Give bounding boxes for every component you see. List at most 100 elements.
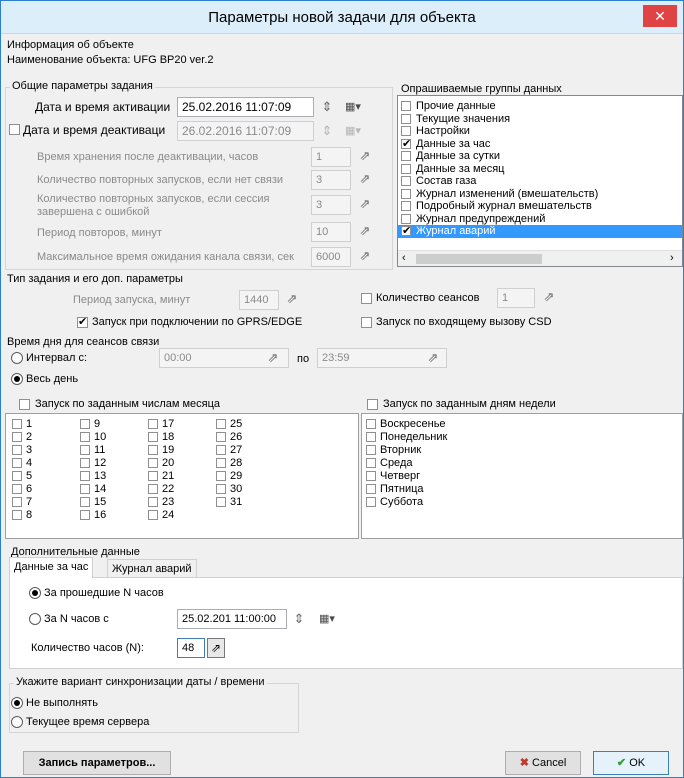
group-item[interactable]: Журнал изменений (вмешательств) [398,188,682,201]
month-day-checkbox[interactable] [80,419,90,429]
start-period-input[interactable]: 1440 [239,290,279,310]
sync-server-radio[interactable] [11,716,23,728]
group-item[interactable]: Прочие данные [398,100,682,113]
group-item-checkbox[interactable] [401,137,411,150]
activation-datetime-input[interactable]: 25.02.2016 11:07:09 [177,97,314,117]
start-period-spin-icon[interactable]: ⇗ [284,291,300,307]
month-day-checkbox[interactable] [148,445,158,455]
group-item[interactable]: Состав газа [398,175,682,188]
group-item[interactable]: Текущие значения [398,113,682,126]
group-item-checkbox[interactable] [401,113,411,124]
week-day-checkbox[interactable] [366,471,376,481]
sessions-checkbox[interactable] [361,293,372,304]
n-hours-from-spin-icon[interactable]: ⇕ [291,611,307,627]
group-item[interactable]: Журнал аварий [398,224,682,238]
deactivation-spin-icon[interactable]: ⇕ [319,123,335,139]
month-day-checkbox[interactable] [80,432,90,442]
month-day-checkbox[interactable] [12,484,22,494]
month-day-checkbox[interactable] [148,510,158,520]
month-day-checkbox[interactable] [12,419,22,429]
month-day-checkbox[interactable] [80,484,90,494]
tab-hourly[interactable]: Данные за час [9,557,94,578]
csd-checkbox[interactable] [361,317,372,328]
group-item-checkbox[interactable] [401,151,411,161]
scroll-left-icon[interactable]: ‹ [402,252,406,264]
wait-spin-icon[interactable]: ⇗ [357,248,373,264]
retry-no-link-input[interactable]: 3 [311,170,351,190]
group-item[interactable]: Данные за сутки [398,150,682,163]
month-day-checkbox[interactable] [216,458,226,468]
retry-period-input[interactable]: 10 [311,222,351,242]
close-icon[interactable]: ✕ [643,5,677,27]
scroll-right-icon[interactable]: › [670,252,674,264]
group-item-checkbox[interactable] [401,101,411,111]
retry-error-input[interactable]: 3 [311,195,351,215]
month-day-checkbox[interactable] [216,445,226,455]
group-item-checkbox[interactable] [401,176,411,186]
sessions-input[interactable]: 1 [497,288,535,308]
retry-error-spin-icon[interactable]: ⇗ [357,196,373,212]
month-day-checkbox[interactable] [12,471,22,481]
month-day-checkbox[interactable] [80,471,90,481]
group-item[interactable]: Данные за час [398,137,682,151]
retry-period-spin-icon[interactable]: ⇗ [357,223,373,239]
group-item-checkbox[interactable] [401,224,411,237]
month-days-checkbox[interactable] [19,399,30,410]
week-day-checkbox[interactable] [366,484,376,494]
month-day-checkbox[interactable] [148,432,158,442]
groups-hscrollbar[interactable]: ‹ › [398,250,682,266]
n-hours-from-calendar-icon[interactable]: ▦▾ [319,611,339,627]
month-day-checkbox[interactable] [12,510,22,520]
month-day-checkbox[interactable] [216,432,226,442]
week-day-checkbox[interactable] [366,458,376,468]
retry-no-link-spin-icon[interactable]: ⇗ [357,171,373,187]
wait-input[interactable]: 6000 [311,247,351,267]
group-item-checkbox[interactable] [401,201,411,211]
sessions-spin-icon[interactable]: ⇗ [541,289,557,305]
scroll-thumb[interactable] [416,254,542,264]
all-day-radio[interactable] [11,373,23,385]
month-day-checkbox[interactable] [216,484,226,494]
month-day-checkbox[interactable] [148,419,158,429]
group-item[interactable]: Подробный журнал вмешательств [398,200,682,213]
group-item-checkbox[interactable] [401,126,411,136]
interval-to-spin-icon[interactable]: ⇗ [425,350,441,366]
n-hours-from-radio[interactable] [29,613,41,625]
month-day-checkbox[interactable] [148,471,158,481]
group-item[interactable]: Настройки [398,125,682,138]
month-day-checkbox[interactable] [12,432,22,442]
tab-alarm-log[interactable]: Журнал аварий [107,559,197,579]
n-hours-from-input[interactable]: 25.02.201 11:00:00 [177,609,287,629]
month-day-checkbox[interactable] [148,458,158,468]
deactivation-checkbox[interactable] [9,124,20,135]
group-item-checkbox[interactable] [401,163,411,174]
hours-count-input[interactable]: 48 [177,638,205,658]
interval-from-spin-icon[interactable]: ⇗ [265,350,281,366]
month-day-checkbox[interactable] [80,497,90,507]
month-day-checkbox[interactable] [80,445,90,455]
month-day-checkbox[interactable] [216,471,226,481]
week-day-checkbox[interactable] [366,419,376,429]
week-day-checkbox[interactable] [366,497,376,507]
deactivation-datetime-input[interactable]: 26.02.2016 11:07:09 [177,121,314,141]
activation-spin-icon[interactable]: ⇕ [319,99,335,115]
gprs-checkbox[interactable] [77,315,88,328]
month-day-checkbox[interactable] [216,497,226,507]
week-day-checkbox[interactable] [366,432,376,442]
hours-count-spin-icon[interactable]: ⇗ [207,638,225,658]
storage-input[interactable]: 1 [311,147,351,167]
month-day-checkbox[interactable] [80,458,90,468]
cancel-button[interactable]: ✖ Cancel [505,751,581,775]
interval-radio[interactable] [11,352,23,364]
storage-spin-icon[interactable]: ⇗ [357,148,373,164]
save-params-button[interactable]: Запись параметров... [23,751,171,775]
group-item[interactable]: Данные за месяц [398,163,682,176]
group-item-checkbox[interactable] [401,188,411,199]
month-day-checkbox[interactable] [216,419,226,429]
week-days-checkbox[interactable] [367,399,378,410]
month-day-checkbox[interactable] [148,484,158,494]
month-day-checkbox[interactable] [12,497,22,507]
activation-calendar-icon[interactable]: ▦▾ [345,99,365,115]
week-day-checkbox[interactable] [366,445,376,455]
month-day-checkbox[interactable] [12,458,22,468]
